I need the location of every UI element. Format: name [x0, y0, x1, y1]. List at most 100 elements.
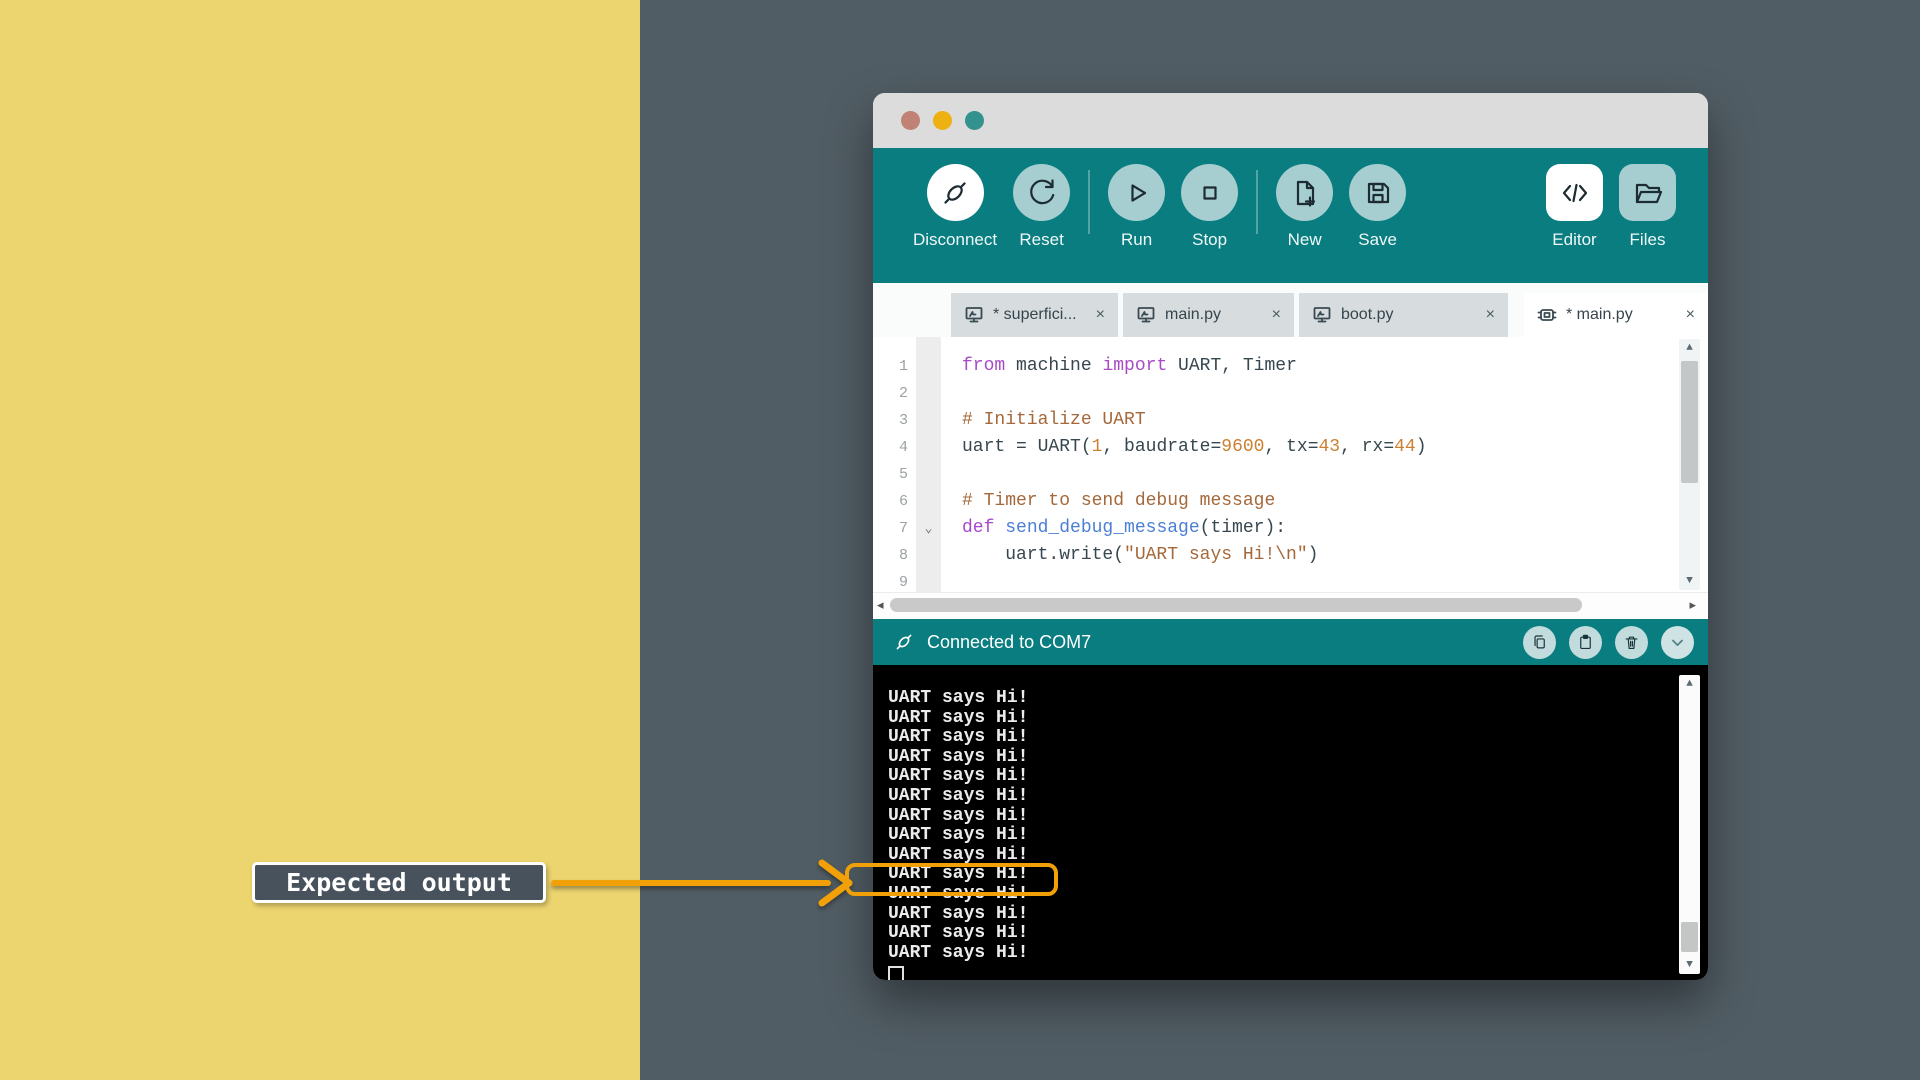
scroll-down-icon[interactable]: ▼: [1679, 574, 1700, 588]
code-line[interactable]: 6 # Timer to send debug message: [873, 488, 1674, 515]
clipboard-icon: [1576, 633, 1595, 652]
toolbar-separator: [1256, 170, 1258, 234]
fold-gutter-cell: [916, 407, 941, 434]
terminal-vertical-scrollbar[interactable]: ▲ ▼: [1679, 675, 1700, 974]
background-left-panel: [0, 0, 640, 1080]
expected-output-label: Expected output: [252, 862, 546, 903]
editor-view-button[interactable]: Editor: [1546, 164, 1603, 250]
scroll-up-icon[interactable]: ▲: [1679, 341, 1700, 355]
code-lines: 1from machine import UART, Timer23 # Init…: [873, 353, 1674, 592]
code-line[interactable]: 7⌄def send_debug_message(timer):: [873, 515, 1674, 542]
close-tab-icon[interactable]: ×: [1486, 306, 1495, 324]
code-editor[interactable]: 1from machine import UART, Timer23 # Init…: [873, 337, 1708, 592]
chevron-down-icon: [1667, 632, 1688, 653]
toolbar-right-group: Editor Files: [1538, 164, 1684, 250]
line-number: 6: [873, 488, 908, 515]
terminal-line: UART says Hi!: [888, 767, 1028, 787]
monitor-icon: [964, 305, 984, 325]
chip-icon: [1537, 305, 1557, 325]
floppy-disk-icon: [1349, 164, 1406, 221]
tab-label: main.py: [1165, 306, 1221, 324]
terminal-line: UART says Hi!: [888, 807, 1028, 827]
terminal-line: UART says Hi!: [888, 748, 1028, 768]
files-view-button[interactable]: Files: [1619, 164, 1676, 250]
terminal-line: UART says Hi!: [888, 905, 1028, 925]
connection-status-text: Connected to COM7: [927, 632, 1091, 653]
terminal-scrollbar-thumb[interactable]: [1681, 922, 1698, 952]
copy-button[interactable]: [1523, 626, 1556, 659]
code-text: uart = UART(1, baudrate=9600, tx=43, rx=…: [962, 434, 1427, 461]
disconnect-button[interactable]: Disconnect: [913, 164, 997, 250]
monitor-icon: [1312, 305, 1332, 325]
reset-label: Reset: [1019, 230, 1063, 250]
terminal-line: UART says Hi!: [888, 826, 1028, 846]
close-window-button[interactable]: [901, 111, 920, 130]
run-button[interactable]: Run: [1108, 164, 1165, 250]
tab-label: * main.py: [1566, 306, 1633, 324]
code-text: # Timer to send debug message: [962, 488, 1275, 515]
tab-superficial[interactable]: * superfici... ×: [951, 293, 1118, 337]
terminal-cursor: [888, 963, 1028, 980]
fold-gutter-cell: [916, 569, 941, 592]
monitor-icon: [1136, 305, 1156, 325]
fold-gutter-cell: [916, 461, 941, 488]
horizontal-scrollbar-thumb[interactable]: [890, 598, 1582, 612]
tab-label: * superfici...: [993, 306, 1077, 324]
tab-main-py[interactable]: main.py ×: [1123, 293, 1294, 337]
reset-arrow-icon: [1013, 164, 1070, 221]
paste-button[interactable]: [1569, 626, 1602, 659]
toolbar-separator: [1088, 170, 1090, 234]
line-number: 3: [873, 407, 908, 434]
scroll-right-icon[interactable]: ▸: [1689, 597, 1696, 613]
code-line[interactable]: 3 # Initialize UART: [873, 407, 1674, 434]
close-tab-icon[interactable]: ×: [1686, 306, 1695, 324]
editor-label: Editor: [1552, 230, 1596, 250]
scroll-left-icon[interactable]: ◂: [877, 597, 884, 613]
stop-button[interactable]: Stop: [1181, 164, 1238, 250]
code-line[interactable]: 5: [873, 461, 1674, 488]
fold-gutter-cell: [916, 380, 941, 407]
editor-scrollbar-thumb[interactable]: [1681, 361, 1698, 483]
close-tab-icon[interactable]: ×: [1096, 306, 1105, 324]
app-window: Disconnect Reset Run Stop: [873, 93, 1708, 980]
fold-gutter-cell: [916, 353, 941, 380]
reset-button[interactable]: Reset: [1013, 164, 1070, 250]
code-text: # Initialize UART: [962, 407, 1146, 434]
editor-horizontal-scrollbar[interactable]: ◂ ▸: [873, 592, 1708, 619]
stage: Disconnect Reset Run Stop: [0, 0, 1920, 1080]
expected-output-text: Expected output: [286, 868, 512, 897]
close-tab-icon[interactable]: ×: [1272, 306, 1281, 324]
tab-boot-py[interactable]: boot.py ×: [1299, 293, 1508, 337]
new-file-button[interactable]: New: [1276, 164, 1333, 250]
minimize-window-button[interactable]: [933, 111, 952, 130]
code-text: uart.write("UART says Hi!\n"): [962, 542, 1318, 569]
editor-vertical-scrollbar[interactable]: ▲ ▼: [1679, 339, 1700, 590]
scroll-down-icon[interactable]: ▼: [1679, 958, 1700, 972]
tab-label: boot.py: [1341, 306, 1393, 324]
tab-bar: * superfici... × main.py × boot.py × * m…: [873, 283, 1708, 337]
code-line[interactable]: 4 uart = UART(1, baudrate=9600, tx=43, rx…: [873, 434, 1674, 461]
code-line[interactable]: 1from machine import UART, Timer: [873, 353, 1674, 380]
code-line[interactable]: 9: [873, 569, 1674, 592]
code-text: from machine import UART, Timer: [962, 353, 1297, 380]
terminal-line: UART says Hi!: [888, 944, 1028, 964]
save-button[interactable]: Save: [1349, 164, 1406, 250]
line-number: 4: [873, 434, 908, 461]
terminal-line: UART says Hi!: [888, 924, 1028, 944]
collapse-terminal-button[interactable]: [1661, 626, 1694, 659]
zoom-window-button[interactable]: [965, 111, 984, 130]
clear-terminal-button[interactable]: [1615, 626, 1648, 659]
copy-icon: [1530, 633, 1549, 652]
terminal-line: UART says Hi!: [888, 709, 1028, 729]
fold-chevron-icon[interactable]: ⌄: [916, 515, 941, 542]
line-number: 9: [873, 569, 908, 592]
stop-label: Stop: [1192, 230, 1227, 250]
code-line[interactable]: 8 uart.write("UART says Hi!\n"): [873, 542, 1674, 569]
scroll-up-icon[interactable]: ▲: [1679, 677, 1700, 691]
line-number: 2: [873, 380, 908, 407]
code-line[interactable]: 2: [873, 380, 1674, 407]
trash-icon: [1622, 633, 1641, 652]
connection-statusbar: Connected to COM7: [873, 619, 1708, 665]
tab-device-main-py[interactable]: * main.py ×: [1524, 293, 1708, 337]
serial-terminal[interactable]: UART says Hi!UART says Hi!UART says Hi!U…: [873, 665, 1708, 980]
